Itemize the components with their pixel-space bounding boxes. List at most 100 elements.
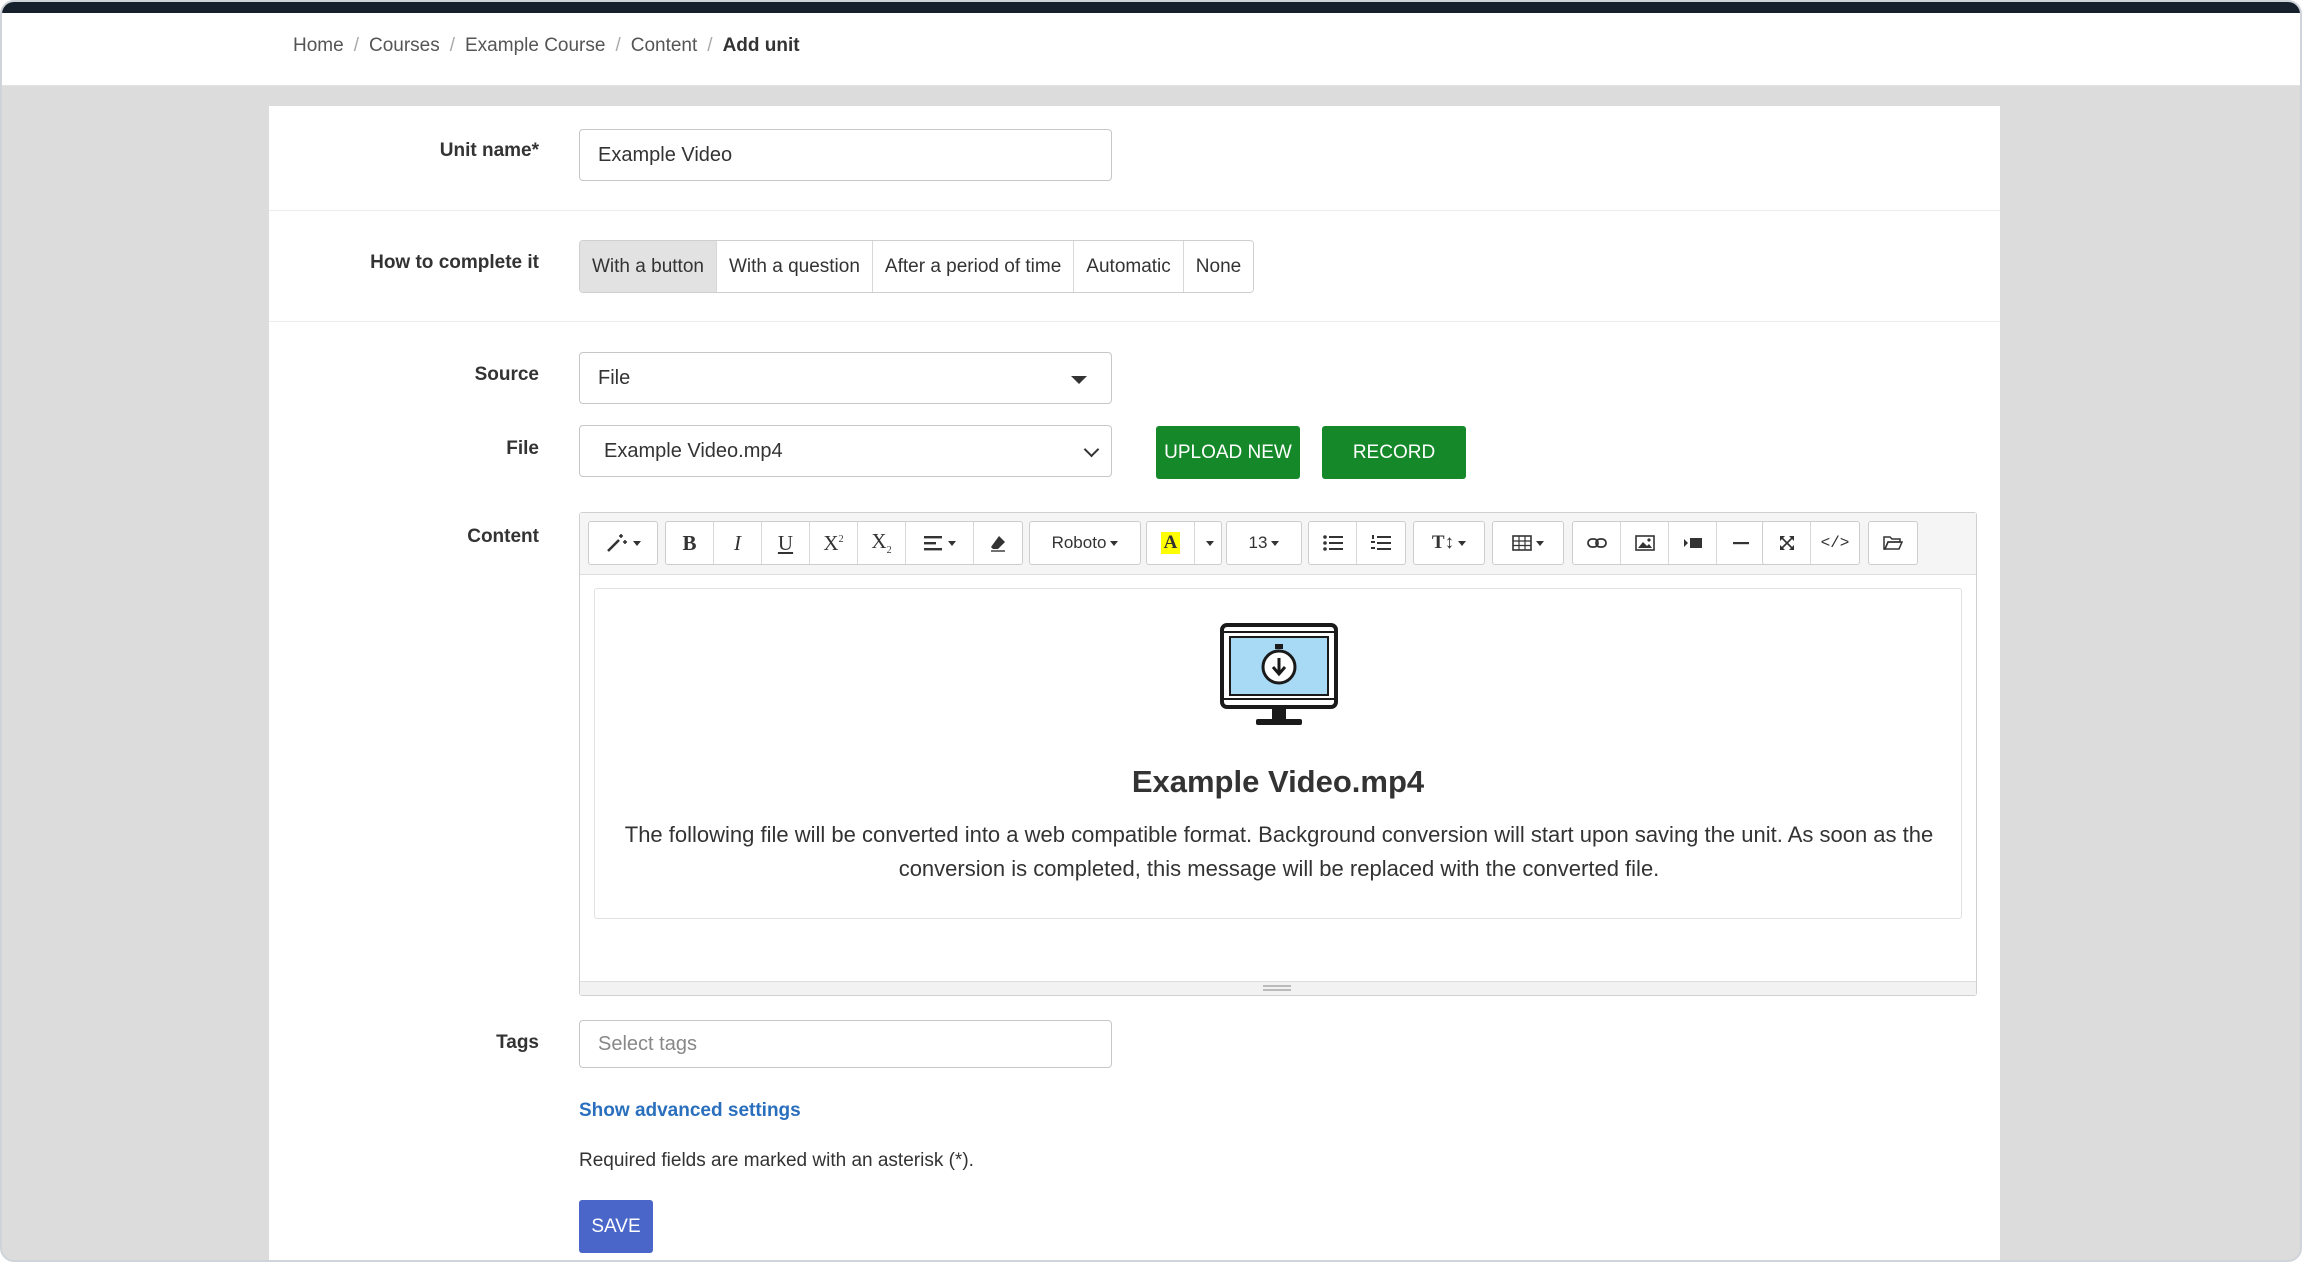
grip-icon xyxy=(1263,985,1291,991)
subscript-button[interactable]: X2 xyxy=(858,522,906,564)
complete-option-question[interactable]: With a question xyxy=(716,241,873,292)
table-icon xyxy=(1512,535,1532,551)
content-label: Content xyxy=(467,526,539,547)
font-family-value: Roboto xyxy=(1051,533,1107,552)
fullscreen-button[interactable] xyxy=(1763,522,1811,564)
line-height-button[interactable]: T↕ xyxy=(1414,522,1484,564)
insert-image-button[interactable] xyxy=(1621,522,1669,564)
record-button[interactable]: RECORD xyxy=(1322,426,1466,479)
highlight-a-icon: A xyxy=(1160,532,1181,554)
upload-new-button[interactable]: UPLOAD NEW xyxy=(1156,426,1300,479)
chevron-down-icon xyxy=(1083,441,1100,458)
caret-down-icon xyxy=(1271,540,1280,546)
editor-toolbar: B I U X2 X2 Roboto A 13 T↕ </> xyxy=(580,513,1976,575)
code-view-button[interactable]: </> xyxy=(1811,522,1859,564)
complete-option-group: With a button With a question After a pe… xyxy=(579,240,1255,293)
eraser-icon xyxy=(991,536,1005,552)
complete-option-none[interactable]: None xyxy=(1183,241,1254,292)
caret-down-icon xyxy=(1458,540,1467,546)
caret-down-icon xyxy=(1536,540,1544,546)
breadcrumb-bar: Home / Courses / Example Course / Conten… xyxy=(2,13,2300,86)
file-browser-button[interactable] xyxy=(1869,522,1917,564)
numbered-list-icon xyxy=(1371,535,1391,550)
font-size-value: 13 xyxy=(1248,533,1268,552)
breadcrumb-separator: / xyxy=(353,35,359,56)
bullet-list-icon xyxy=(1322,535,1343,551)
breadcrumb-course[interactable]: Example Course xyxy=(465,35,605,57)
superscript-button[interactable]: X2 xyxy=(810,522,858,564)
unit-name-label: Unit name* xyxy=(439,140,539,161)
font-size-dropdown[interactable]: 13 xyxy=(1227,522,1301,564)
caret-down-icon xyxy=(1071,376,1087,384)
editor-resize-handle[interactable] xyxy=(580,981,1976,995)
expand-icon xyxy=(1779,536,1794,550)
font-family-dropdown[interactable]: Roboto xyxy=(1030,522,1140,564)
toolbar-group-lists xyxy=(1308,521,1406,565)
source-value: File xyxy=(598,366,631,389)
ordered-list-button[interactable] xyxy=(1357,522,1405,564)
unit-name-input[interactable]: Example Video xyxy=(579,129,1112,181)
superscript-icon: X2 xyxy=(823,530,844,555)
toolbar-group-format: B I U X2 X2 xyxy=(665,521,1023,565)
complete-option-automatic[interactable]: Automatic xyxy=(1074,241,1184,292)
highlight-color-button[interactable]: A xyxy=(1147,522,1195,564)
breadcrumb: Home / Courses / Example Course / Conten… xyxy=(293,35,800,57)
subscript-icon: X2 xyxy=(871,529,892,557)
monitor-conversion-icon xyxy=(1220,623,1338,725)
magic-wand-icon xyxy=(607,534,627,552)
breadcrumb-current: Add unit xyxy=(722,35,800,56)
complete-option-time[interactable]: After a period of time xyxy=(872,241,1075,292)
row-divider xyxy=(269,321,2000,322)
breadcrumb-content[interactable]: Content xyxy=(631,35,698,57)
breadcrumb-home[interactable]: Home xyxy=(293,35,344,57)
image-icon xyxy=(1634,535,1655,551)
rich-text-editor: B I U X2 X2 Roboto A 13 T↕ </> Example V… xyxy=(579,512,1977,996)
breadcrumb-separator: / xyxy=(707,35,713,56)
breadcrumb-courses[interactable]: Courses xyxy=(369,35,440,57)
table-button[interactable] xyxy=(1493,522,1563,564)
file-title: Example Video.mp4 xyxy=(1131,764,1425,799)
align-left-icon xyxy=(923,536,942,551)
caret-down-icon xyxy=(947,540,956,546)
underline-button[interactable]: U xyxy=(762,522,810,564)
toolbar-group-color: A xyxy=(1146,521,1222,565)
video-icon xyxy=(1683,538,1702,548)
caret-down-icon xyxy=(1206,540,1214,546)
clear-format-button[interactable] xyxy=(974,522,1022,564)
complete-label: How to complete it xyxy=(370,252,539,273)
minus-icon xyxy=(1733,542,1749,545)
app-window: Home / Courses / Example Course / Conten… xyxy=(0,0,2302,1262)
align-button[interactable] xyxy=(906,522,974,564)
italic-button[interactable]: I xyxy=(714,522,762,564)
toolbar-group-files xyxy=(1868,521,1918,565)
source-label: Source xyxy=(474,364,539,385)
source-select[interactable]: File xyxy=(579,352,1112,404)
row-divider xyxy=(269,210,2000,211)
bold-button[interactable]: B xyxy=(666,522,714,564)
advanced-settings-link[interactable]: Show advanced settings xyxy=(579,1100,801,1122)
code-icon: </> xyxy=(1820,534,1850,552)
magic-style-button[interactable] xyxy=(589,522,657,564)
link-icon xyxy=(1586,538,1607,548)
save-button[interactable]: SAVE xyxy=(579,1200,653,1253)
tags-input[interactable]: Select tags xyxy=(579,1020,1112,1068)
horizontal-rule-button[interactable] xyxy=(1717,522,1765,564)
toolbar-group-height: T↕ xyxy=(1413,521,1485,565)
caret-down-icon xyxy=(633,540,641,546)
toolbar-group-table xyxy=(1492,521,1564,565)
editor-content-area[interactable]: Example Video.mp4 The following file wil… xyxy=(594,588,1962,919)
file-select[interactable]: Example Video.mp4 xyxy=(579,425,1112,477)
toolbar-group-size: 13 xyxy=(1226,521,1302,565)
file-value: Example Video.mp4 xyxy=(604,439,783,462)
color-dropdown-button[interactable] xyxy=(1195,522,1221,564)
conversion-message: The following file will be converted int… xyxy=(624,822,1934,881)
breadcrumb-separator: / xyxy=(615,35,621,56)
caret-down-icon xyxy=(1110,540,1119,546)
breadcrumb-separator: / xyxy=(449,35,455,56)
insert-link-button[interactable] xyxy=(1573,522,1621,564)
complete-option-button[interactable]: With a button xyxy=(580,241,717,292)
insert-video-button[interactable] xyxy=(1669,522,1717,564)
unordered-list-button[interactable] xyxy=(1309,522,1357,564)
toolbar-group-view: </> xyxy=(1762,521,1860,565)
line-height-icon: T↕ xyxy=(1431,532,1455,553)
